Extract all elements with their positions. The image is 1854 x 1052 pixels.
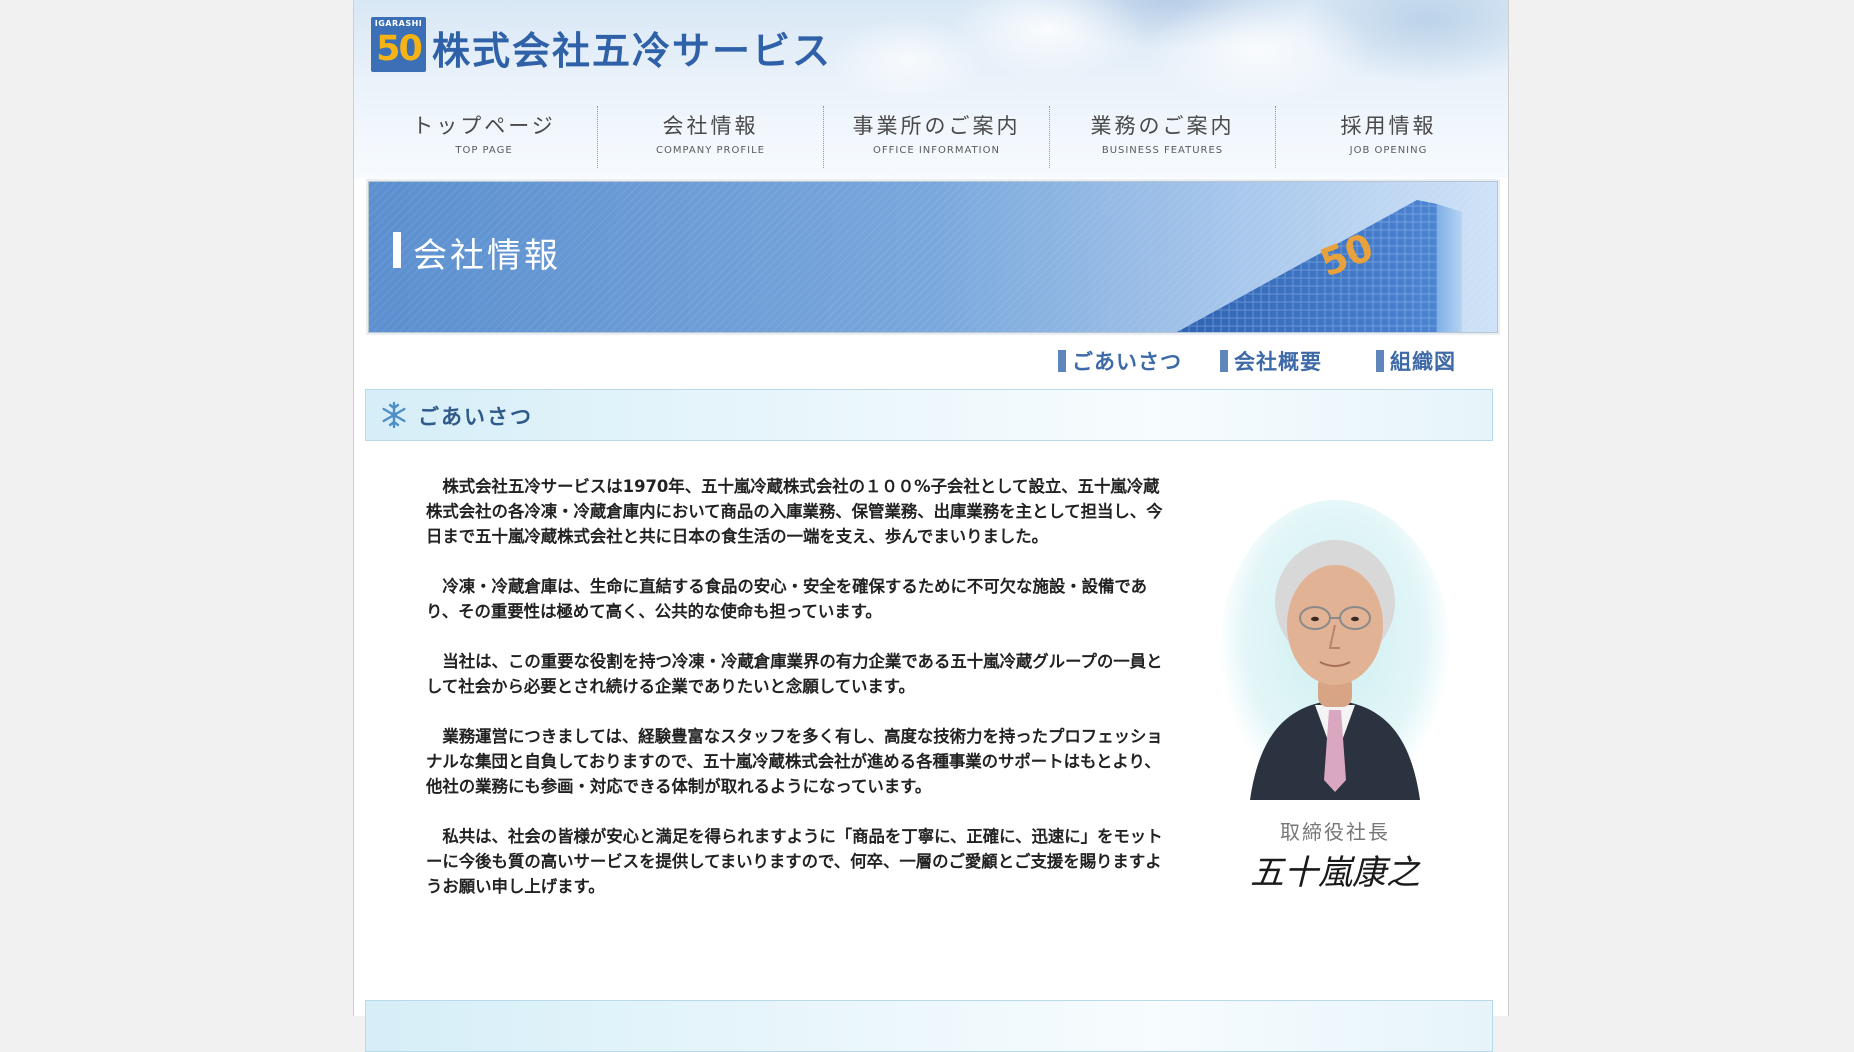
message-paragraph: 株式会社五冷サービスは1970年、五十嵐冷蔵株式会社の１００%子会社として設立、… [426,477,1163,546]
nav-label-jp: 会社情報 [662,114,759,138]
page-banner: 会社情報 50 [368,181,1498,333]
subnav-label: 組織図 [1390,350,1456,374]
warehouse-building-image: 50 [1177,200,1462,332]
nav-label-jp: 業務のご案内 [1090,114,1235,138]
nav-label-en: COMPANY PROFILE [656,145,765,156]
nav-label-en: BUSINESS FEATURES [1101,145,1224,156]
nav-company-profile[interactable]: 会社情報 COMPANY PROFILE [597,106,823,168]
page-container: IGARASHI 50 株式会社五冷サービス トップページ TOP PAGE 会… [353,0,1509,1052]
nav-label-jp: 事業所のご案内 [852,114,1021,138]
global-nav: トップページ TOP PAGE 会社情報 COMPANY PROFILE 事業所… [371,106,1501,168]
logo-number: 50 [376,29,423,69]
nav-label-jp: 採用情報 [1340,114,1437,138]
president-signature: 五十嵐康之 [1250,853,1421,893]
nav-label-jp: トップページ [412,114,556,138]
nav-label-en: OFFICE INFORMATION [873,145,1000,156]
subnav-marker [1376,350,1384,372]
subnav-label: 会社概要 [1234,350,1322,374]
site-header: IGARASHI 50 株式会社五冷サービス トップページ TOP PAGE 会… [354,0,1508,178]
signature-text: 五十嵐康之 [1250,853,1421,893]
greeting-message: 株式会社五冷サービスは1970年、五十嵐冷蔵株式会社の１００%子会社として設立、… [426,474,1166,924]
banner-accent-bar [393,232,401,268]
nav-office-information[interactable]: 事業所のご案内 OFFICE INFORMATION [823,106,1049,168]
president-portrait [1220,500,1450,800]
sub-nav: ごあいさつ 会社概要 組織図 [1058,346,1498,376]
subnav-marker [1220,350,1228,372]
section-header-next [365,1000,1493,1052]
banner-title: 会社情報 [413,236,561,276]
company-logo[interactable]: IGARASHI 50 [371,17,426,72]
section-title: ごあいさつ [418,405,533,429]
nav-top-page[interactable]: トップページ TOP PAGE [371,106,597,168]
company-name[interactable]: 株式会社五冷サービス [432,20,832,75]
subnav-marker [1058,350,1066,372]
message-paragraph: 冷凍・冷蔵倉庫は、生命に直結する食品の安心・安全を確保するために不可欠な施設・設… [426,577,1148,621]
subnav-label: ごあいさつ [1072,350,1182,374]
snowflake-icon [382,401,406,429]
section-header-greeting: ごあいさつ [365,389,1493,441]
message-paragraph: 私共は、社会の皆様が安心と満足を得られますように「商品を丁寧に、正確に、迅速に」… [426,827,1163,896]
president-title: 取締役社長 [1280,820,1390,844]
message-paragraph: 当社は、この重要な役割を持つ冷凍・冷蔵倉庫業界の有力企業である五十嵐冷蔵グループ… [426,652,1163,696]
nav-job-opening[interactable]: 採用情報 JOB OPENING [1275,106,1501,168]
nav-business-features[interactable]: 業務のご案内 BUSINESS FEATURES [1049,106,1275,168]
logo-caption: IGARASHI [374,19,423,28]
message-paragraph: 業務運営につきましては、経験豊富なスタッフを多く有し、高度な技術力を持ったプロフ… [426,727,1163,796]
nav-label-en: TOP PAGE [455,145,513,156]
portrait-figure [1250,540,1420,800]
nav-label-en: JOB OPENING [1349,145,1428,156]
